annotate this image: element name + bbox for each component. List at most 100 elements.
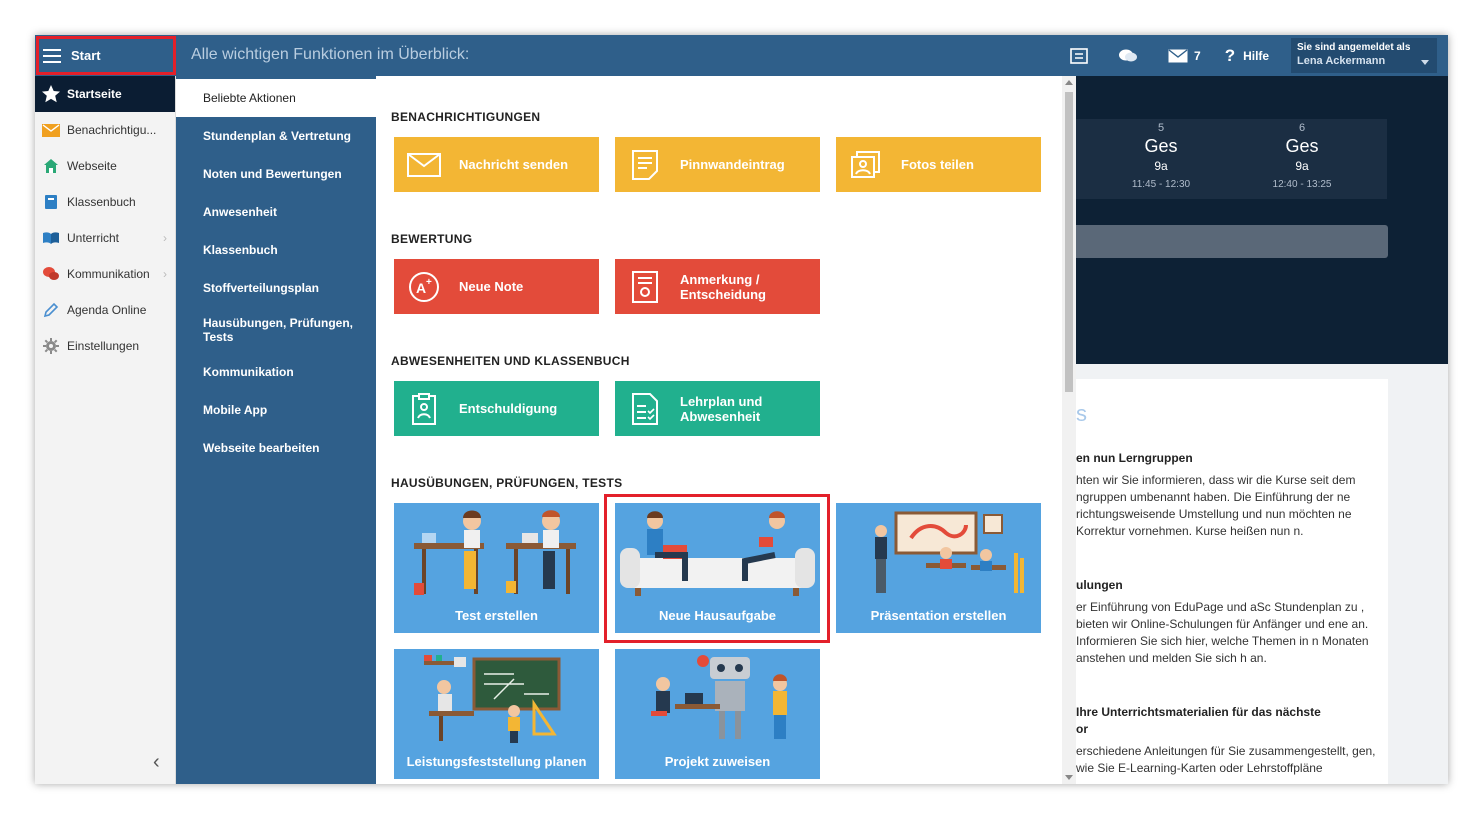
assign-project-tile[interactable]: Projekt zuweisen (615, 649, 820, 779)
plan-assessment-tile[interactable]: Leistungsfeststellung planen (394, 649, 599, 779)
sidebar-item-einstellungen[interactable]: Einstellungen (35, 328, 175, 364)
svg-text:+: + (426, 277, 432, 288)
switch-view-icon (1070, 47, 1088, 64)
category-beliebte-aktionen[interactable]: Beliebte Aktionen (176, 79, 376, 117)
menu-actions: BENACHRICHTIGUNGEN Nachricht senden Pinn… (376, 76, 1062, 784)
chevron-right-icon: › (163, 231, 167, 245)
clipboard-icon (404, 392, 444, 425)
sidebar-item-label: Kommunikation (67, 267, 150, 281)
chevron-right-icon: › (163, 267, 167, 281)
news-title-1: en nun Lerngruppen (1076, 451, 1193, 465)
section-homework: HAUSÜBUNGEN, PRÜFUNGEN, TESTS (391, 476, 623, 490)
checklist-icon (625, 392, 665, 425)
curriculum-line-1: Lehrplan und (680, 393, 763, 409)
grade-a-plus-icon: A + (404, 271, 444, 303)
help-button[interactable]: ? Hilfe (1225, 46, 1269, 66)
period-subject: Ges (1285, 136, 1319, 156)
news-text-2: er Einführung von EduPage und aSc Stunde… (1076, 600, 1369, 665)
section-grading: BEWERTUNG (391, 232, 473, 246)
hamburger-icon (43, 48, 61, 63)
category-hausuebungen[interactable]: Hausübungen, Prüfungen, Tests (176, 307, 376, 353)
pinboard-tile[interactable]: Pinnwandeintrag (615, 137, 820, 192)
svg-text:A: A (416, 280, 426, 296)
sidebar-item-unterricht[interactable]: Unterricht › (35, 220, 175, 256)
sidebar-item-label: Klassenbuch (67, 195, 136, 209)
envelope-icon (1168, 48, 1188, 62)
remark-line-1: Anmerkung / (680, 271, 760, 287)
scroll-down-icon[interactable] (1065, 775, 1073, 780)
curriculum-line-2: Abwesenheit (680, 408, 761, 424)
sidebar-item-agenda-online[interactable]: Agenda Online (35, 292, 175, 328)
category-noten[interactable]: Noten und Bewertungen (176, 155, 376, 193)
sidebar-item-benachrichtigungen[interactable]: Benachrichtigu... (35, 112, 175, 148)
chat-button[interactable] (1118, 48, 1144, 64)
timetable-bar (1076, 225, 1388, 258)
chevron-down-icon (1421, 60, 1429, 65)
scroll-up-icon[interactable] (1065, 80, 1073, 85)
curriculum-absence-tile[interactable]: Lehrplan und Abwesenheit (615, 381, 820, 436)
period-time: 12:40 - 13:25 (1272, 179, 1332, 190)
news-panel: s en nun Lerngruppen hten wir Sie inform… (1076, 379, 1388, 784)
start-label: Start (71, 48, 101, 63)
section-absences: ABWESENHEITEN UND KLASSENBUCH (391, 354, 630, 368)
start-menu-button[interactable]: Start (36, 36, 176, 75)
star-icon (41, 84, 61, 104)
new-grade-tile[interactable]: A + Neue Note (394, 259, 599, 314)
pencil-icon (41, 300, 61, 320)
category-webseite-bearbeiten[interactable]: Webseite bearbeiten (176, 429, 376, 467)
create-test-tile[interactable]: Test erstellen (394, 503, 599, 633)
news-heading-fragment: s (1076, 401, 1087, 426)
highlight-frame (604, 494, 830, 643)
sidebar: Startseite Benachrichtigu... Webseite Kl… (35, 76, 176, 784)
sidebar-item-label: Einstellungen (67, 339, 140, 353)
top-bar: Start Alle wichtigen Funktionen im Überb… (35, 35, 1448, 76)
robot-project-illustration (651, 655, 787, 739)
send-message-tile[interactable]: Nachricht senden (394, 137, 599, 192)
sidebar-item-label: Webseite (67, 159, 117, 173)
chat-icon (41, 264, 61, 284)
logged-in-as-label: Sie sind angemeldet als (1297, 42, 1411, 53)
section-notifications: BENACHRICHTIGUNGEN (391, 110, 541, 124)
category-anwesenheit[interactable]: Anwesenheit (176, 193, 376, 231)
menu-scrollbar[interactable] (1062, 76, 1076, 784)
chat-bubbles-icon (1119, 49, 1137, 61)
sidebar-item-startseite[interactable]: Startseite (35, 76, 175, 112)
students-at-desks-illustration (414, 510, 576, 595)
gear-icon (41, 336, 61, 356)
excuse-tile[interactable]: Entschuldigung (394, 381, 599, 436)
period-number: 6 (1298, 122, 1306, 134)
remark-decision-tile[interactable]: Anmerkung / Entscheidung (615, 259, 820, 314)
create-presentation-tile[interactable]: Präsentation erstellen (836, 503, 1041, 633)
news-title-3b: or (1076, 722, 1088, 736)
user-menu[interactable]: Sie sind angemeldet als Lena Ackermann (1291, 38, 1437, 73)
remark-line-2: Entscheidung (680, 286, 766, 302)
category-klassenbuch[interactable]: Klassenbuch (176, 231, 376, 269)
share-photos-tile[interactable]: Fotos teilen (836, 137, 1041, 192)
sidebar-item-klassenbuch[interactable]: Klassenbuch (35, 184, 175, 220)
switch-view-button[interactable] (1070, 47, 1094, 64)
certificate-icon (625, 270, 665, 303)
category-stundenplan[interactable]: Stundenplan & Vertretung (176, 117, 376, 155)
menu-categories: Beliebte Aktionen Stundenplan & Vertretu… (176, 76, 376, 784)
period-card-6[interactable]: 6 Ges 9a 12:40 - 13:25 (1217, 119, 1387, 199)
sidebar-item-label: Benachrichtigu... (67, 123, 157, 137)
category-kommunikation[interactable]: Kommunikation (176, 353, 376, 391)
period-class: 9a (1295, 159, 1309, 173)
sidebar-item-webseite[interactable]: Webseite (35, 148, 175, 184)
house-icon (41, 156, 61, 176)
news-text-3: erschiedene Anleitungen für Sie zusammen… (1076, 744, 1376, 775)
news-title-2: ulungen (1076, 578, 1123, 592)
collapse-sidebar-icon[interactable]: ‹ (153, 751, 160, 774)
top-actions: 7 ? Hilfe (1070, 35, 1293, 76)
presentation-illustration (875, 511, 1024, 593)
messages-button[interactable]: 7 (1168, 49, 1201, 63)
envelope-icon (41, 120, 61, 140)
sidebar-item-kommunikation[interactable]: Kommunikation › (35, 256, 175, 292)
news-text-1: hten wir Sie informieren, dass wir die K… (1076, 473, 1356, 538)
category-mobile-app[interactable]: Mobile App (176, 391, 376, 429)
sidebar-item-label: Unterricht (67, 231, 120, 245)
book-icon (41, 192, 61, 212)
open-book-icon (41, 228, 61, 248)
category-stoffverteilungsplan[interactable]: Stoffverteilungsplan (176, 269, 376, 307)
scroll-thumb[interactable] (1065, 92, 1073, 392)
